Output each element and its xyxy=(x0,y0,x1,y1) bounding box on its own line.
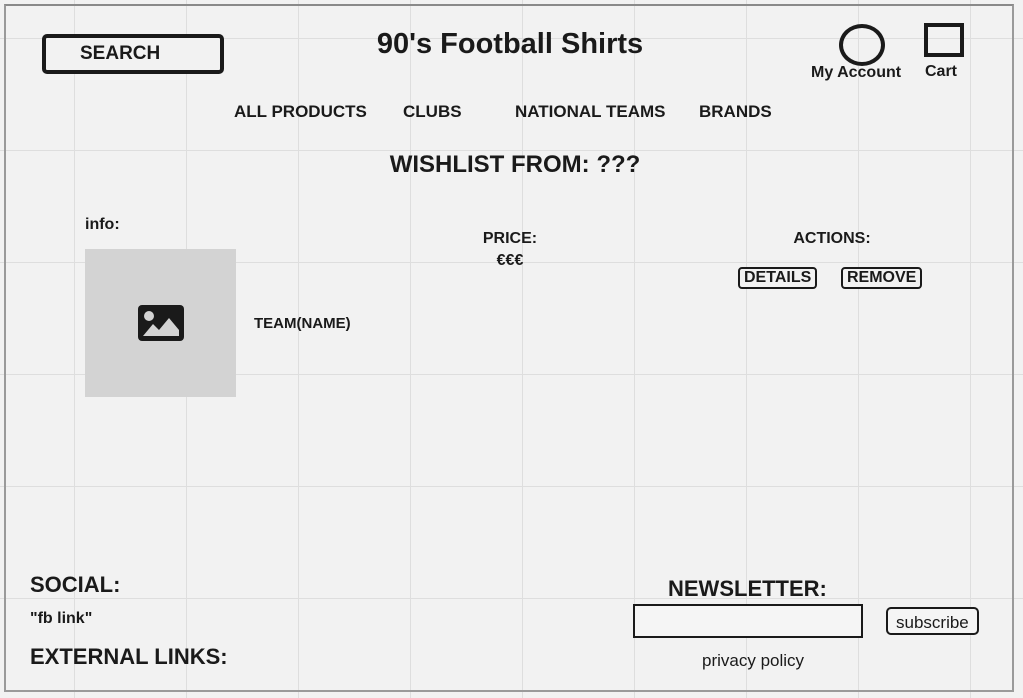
subscribe-button[interactable]: subscribe xyxy=(886,607,979,635)
nav-brands[interactable]: BRANDS xyxy=(699,102,772,122)
social-heading: SOCIAL: xyxy=(30,572,121,597)
newsletter-email-input[interactable] xyxy=(633,604,863,638)
remove-button[interactable]: REMOVE xyxy=(841,267,923,289)
site-title: 90's Football Shirts xyxy=(376,28,644,60)
info-label: info: xyxy=(85,216,120,233)
newsletter-heading: NEWSLETTER: xyxy=(668,576,827,601)
my-account-link[interactable]: My Account xyxy=(811,64,901,82)
wishlist-heading: WISHLIST FROM: ??? xyxy=(389,151,641,178)
nav-all-products[interactable]: ALL PRODUCTS xyxy=(234,102,367,122)
team-name: TEAM(NAME) xyxy=(254,315,351,332)
cart-link[interactable]: Cart xyxy=(925,63,957,81)
account-icon[interactable] xyxy=(839,24,885,66)
nav-clubs[interactable]: CLUBS xyxy=(403,102,462,122)
price-label: PRICE: xyxy=(482,230,538,247)
privacy-policy-link[interactable]: privacy policy xyxy=(702,651,804,671)
details-button[interactable]: DETAILS xyxy=(738,267,818,289)
search-button[interactable]: SEARCH xyxy=(42,34,224,74)
price-value: €€€ xyxy=(496,252,524,269)
fb-link[interactable]: "fb link" xyxy=(30,610,92,628)
actions-label: ACTIONS: xyxy=(793,230,871,247)
image-icon xyxy=(138,305,184,341)
external-links-heading: EXTERNAL LINKS: xyxy=(30,644,228,669)
nav-national-teams[interactable]: NATIONAL TEAMS xyxy=(515,102,665,122)
product-image xyxy=(85,249,236,397)
cart-icon[interactable] xyxy=(924,23,964,57)
